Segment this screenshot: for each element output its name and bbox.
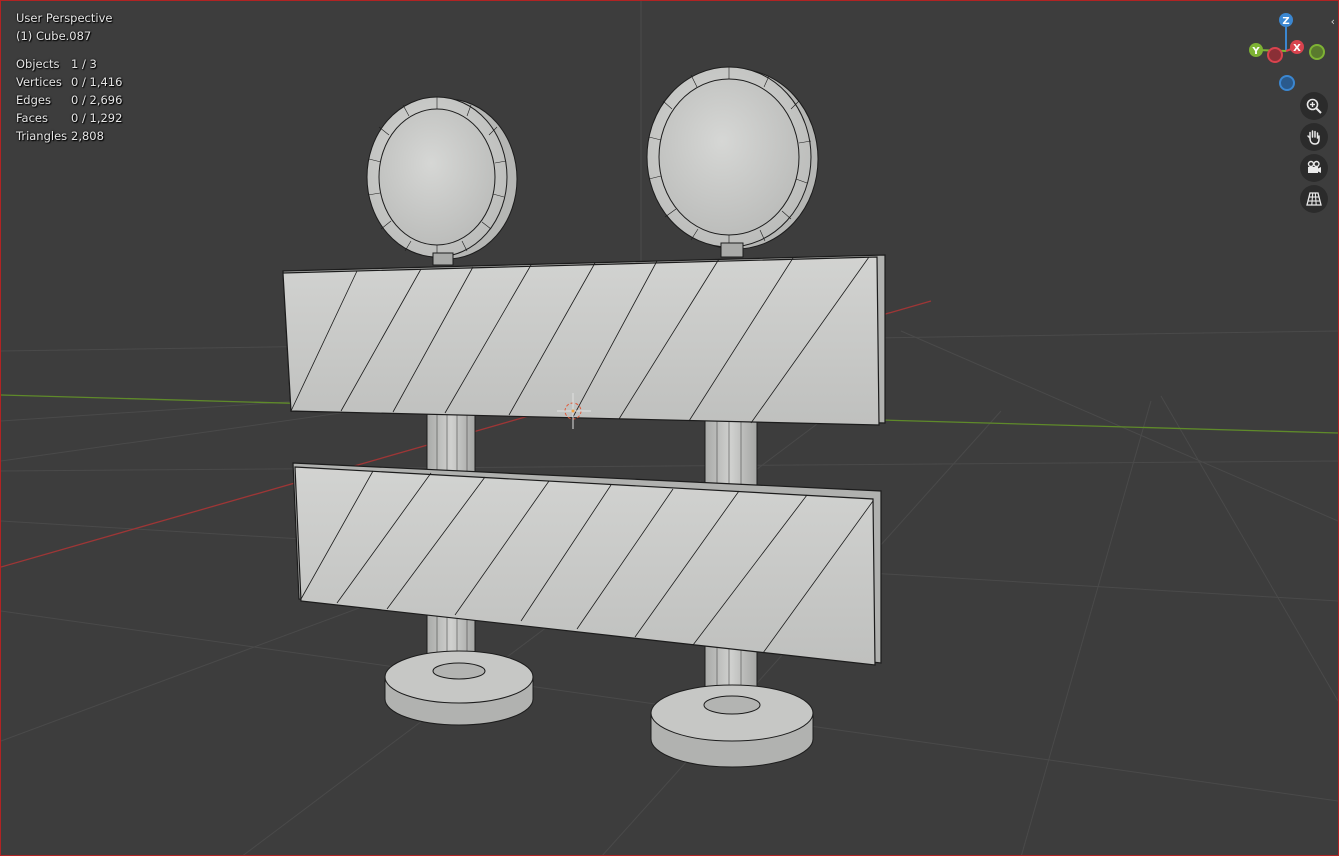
stat-label: Triangles xyxy=(16,129,68,143)
stat-value: 0 / 1,292 xyxy=(71,111,123,125)
stat-value: 0 / 2,696 xyxy=(71,93,123,107)
hand-pan-icon xyxy=(1307,130,1320,145)
collapse-arrow-icon[interactable]: ‹ xyxy=(1331,15,1335,28)
neg-z-axis-handle[interactable] xyxy=(1279,75,1295,91)
neg-y-axis-handle[interactable] xyxy=(1309,44,1325,60)
z-axis-label: Z xyxy=(1282,16,1289,27)
right-base xyxy=(650,684,814,768)
stat-vertices: Vertices 0 / 1,416 xyxy=(16,73,122,91)
statistics-overlay: Objects 1 / 3 Vertices 0 / 1,416 Edges 0… xyxy=(16,55,122,145)
camera-view-icon xyxy=(1307,160,1321,173)
perspective-grid-icon xyxy=(1306,192,1322,206)
stat-label: Vertices xyxy=(16,75,62,89)
stat-triangles: Triangles 2,808 xyxy=(16,127,122,145)
camera-view-button[interactable] xyxy=(1300,154,1328,182)
left-lamp xyxy=(366,96,518,266)
axis-gizmo[interactable]: Z X Y xyxy=(1245,9,1329,93)
top-panel xyxy=(282,254,886,426)
stat-faces: Faces 0 / 1,292 xyxy=(16,109,122,127)
stat-edges: Edges 0 / 2,696 xyxy=(16,91,122,109)
stat-label: Objects xyxy=(16,57,60,71)
left-base xyxy=(384,650,534,726)
x-axis-label: X xyxy=(1293,43,1301,54)
pan-button[interactable] xyxy=(1300,123,1328,151)
y-axis-label: Y xyxy=(1251,46,1260,57)
stat-value: 2,808 xyxy=(71,129,104,143)
zoom-icon xyxy=(1306,98,1322,114)
stat-value: 0 / 1,416 xyxy=(71,75,123,89)
stat-label: Faces xyxy=(16,111,48,125)
right-lamp xyxy=(646,66,819,258)
active-object-name: (1) Cube.087 xyxy=(16,29,92,43)
view-name: User Perspective xyxy=(16,11,113,25)
stat-value: 1 / 3 xyxy=(71,57,97,71)
stat-label: Edges xyxy=(16,93,51,107)
stat-objects: Objects 1 / 3 xyxy=(16,55,122,73)
ortho-toggle-button[interactable] xyxy=(1300,185,1328,213)
neg-x-axis-handle[interactable] xyxy=(1267,47,1283,63)
3d-viewport[interactable]: User Perspective (1) Cube.087 Objects 1 … xyxy=(0,0,1339,856)
zoom-button[interactable] xyxy=(1300,92,1328,120)
bottom-panel xyxy=(292,462,882,666)
scene-canvas[interactable] xyxy=(1,1,1338,855)
